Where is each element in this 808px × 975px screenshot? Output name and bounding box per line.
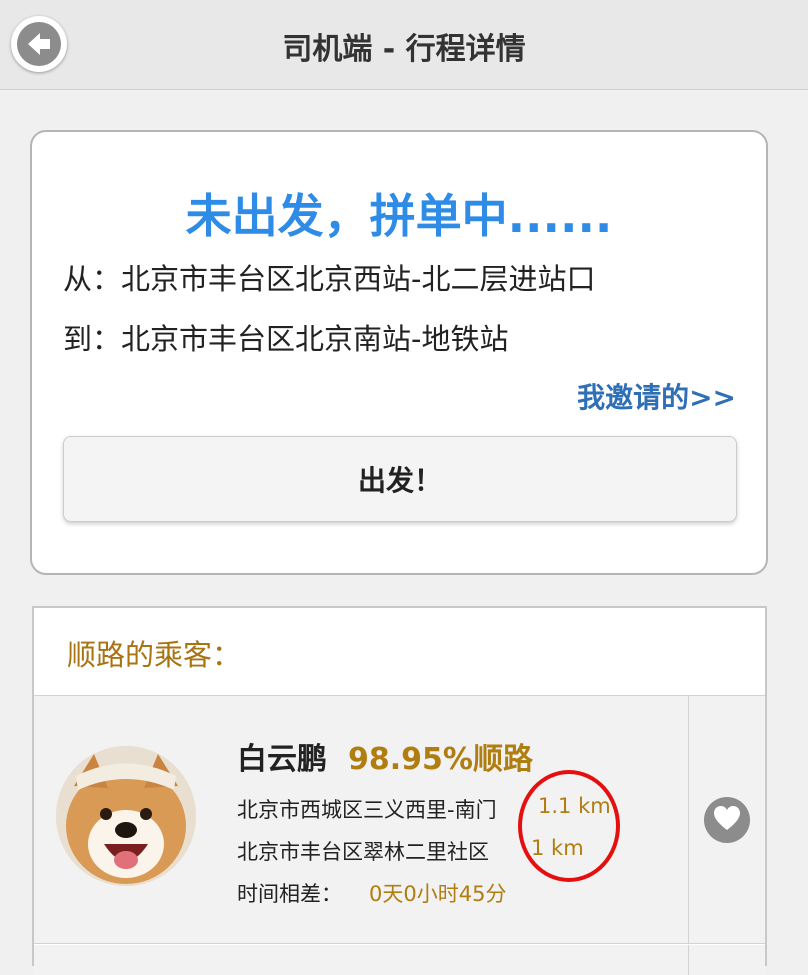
divider: [688, 945, 689, 975]
time-diff-value: 0天0小时45分: [369, 882, 507, 906]
passenger-item-partial: [34, 945, 765, 975]
passenger-name: 白云鹏: [237, 742, 327, 777]
heart-icon: [712, 804, 742, 836]
route-from: 从：北京市丰台区北京西站-北二层进站口: [63, 256, 595, 298]
time-diff-label: 时间相差：: [237, 882, 342, 906]
page-title: 司机端 - 行程详情: [282, 32, 526, 67]
passenger-list: 顺路的乘客： 白云鹏 98.95%顺路 北京市西城区三义西里-南门 1.1 km…: [32, 606, 767, 975]
pickup-address: 北京市西城区三义西里-南门: [237, 798, 497, 822]
top-bar: 司机端 - 行程详情: [0, 0, 808, 90]
trip-status: 未出发，拼单中......: [185, 189, 613, 243]
favorite-button[interactable]: [704, 797, 750, 843]
passenger-item[interactable]: 白云鹏 98.95%顺路 北京市西城区三义西里-南门 1.1 km 北京市丰台区…: [34, 696, 765, 944]
dog-avatar: [56, 746, 196, 886]
passenger-list-header: 顺路的乘客：: [34, 608, 765, 696]
my-invites-link[interactable]: 我邀请的>>: [577, 376, 736, 416]
to-address: 北京市丰台区北京南站-地铁站: [121, 322, 509, 356]
to-label: 到：: [63, 322, 122, 356]
from-address: 北京市丰台区北京西站-北二层进站口: [121, 262, 596, 296]
route-to: 到：北京市丰台区北京南站-地铁站: [63, 316, 508, 358]
annotation-circle: [518, 770, 620, 882]
trip-card: 未出发，拼单中...... 从：北京市丰台区北京西站-北二层进站口 到：北京市丰…: [30, 130, 768, 575]
favorite-cell: [688, 696, 765, 944]
depart-button[interactable]: 出发！: [63, 436, 737, 522]
from-label: 从：: [63, 262, 122, 296]
match-rate: 98.95%顺路: [348, 742, 533, 777]
dropoff-address: 北京市丰台区翠林二里社区: [237, 840, 489, 864]
